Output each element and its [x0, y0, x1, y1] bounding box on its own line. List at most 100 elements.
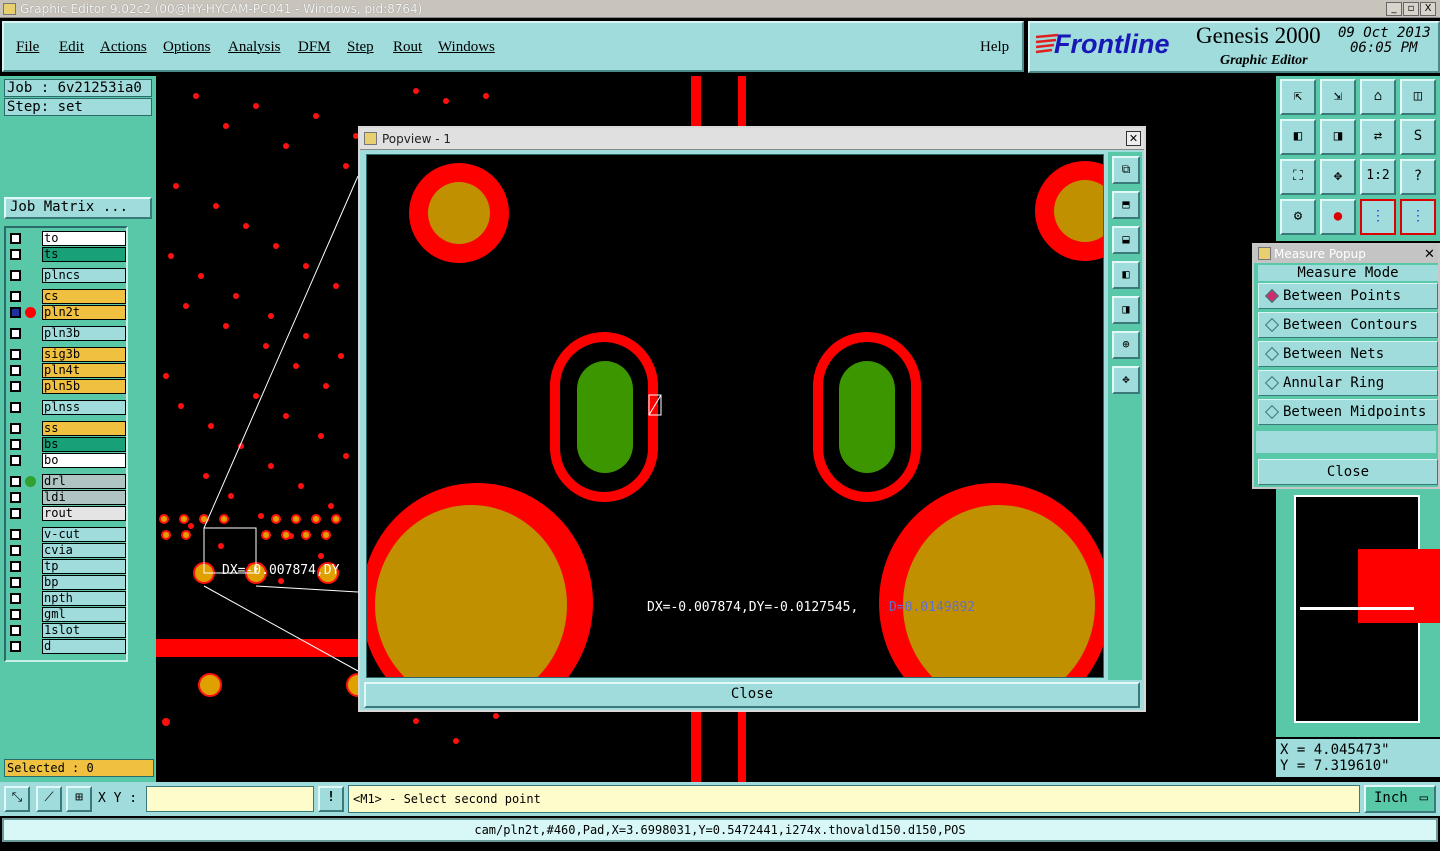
- net-b-icon[interactable]: ⋮: [1400, 199, 1436, 235]
- popview-fit-icon[interactable]: ✥: [1112, 366, 1140, 394]
- layer-checkbox[interactable]: [10, 476, 21, 487]
- pan-right-icon[interactable]: ◨: [1320, 119, 1356, 155]
- net-a-icon[interactable]: ⋮: [1360, 199, 1396, 235]
- popview-close-x-icon[interactable]: ✕: [1126, 131, 1141, 146]
- zoom-down-icon[interactable]: ⇲: [1320, 79, 1356, 115]
- layer-name[interactable]: rout: [42, 506, 126, 521]
- layer-checkbox[interactable]: [10, 529, 21, 540]
- popview-up-icon[interactable]: ⬒: [1112, 191, 1140, 219]
- layer-name[interactable]: to: [42, 231, 126, 246]
- layer-checkbox[interactable]: [10, 349, 21, 360]
- layer-checkbox[interactable]: [10, 381, 21, 392]
- help-icon[interactable]: ?: [1400, 159, 1436, 195]
- pan-left-icon[interactable]: ◧: [1280, 119, 1316, 155]
- layer-checkbox[interactable]: [10, 609, 21, 620]
- layer-row[interactable]: bs: [8, 437, 126, 452]
- layer-row[interactable]: plncs: [8, 268, 126, 283]
- option-between-points[interactable]: Between Points: [1258, 283, 1438, 309]
- option-annular-ring[interactable]: Annular Ring: [1258, 370, 1438, 396]
- layer-name[interactable]: 1slot: [42, 623, 126, 638]
- popview-down-icon[interactable]: ⬓: [1112, 226, 1140, 254]
- layer-name[interactable]: pln2t: [42, 305, 126, 320]
- layer-name[interactable]: npth: [42, 591, 126, 606]
- layer-name[interactable]: drl: [42, 474, 126, 489]
- minimize-button[interactable]: _: [1386, 2, 1402, 16]
- measure-close-x-icon[interactable]: ✕: [1424, 247, 1435, 262]
- layer-checkbox[interactable]: [10, 593, 21, 604]
- layer-checkbox[interactable]: [10, 455, 21, 466]
- popview-copy-icon[interactable]: ⧉: [1112, 156, 1140, 184]
- popview-zoom-in-icon[interactable]: ⊕: [1112, 331, 1140, 359]
- layer-row[interactable]: tp: [8, 559, 126, 574]
- layer-row[interactable]: rout: [8, 506, 126, 521]
- layer-name[interactable]: cs: [42, 289, 126, 304]
- scale-1-2-icon[interactable]: 1:2: [1360, 159, 1396, 195]
- measure-tool-icon[interactable]: ⟋: [36, 786, 62, 812]
- layer-row[interactable]: pln2t: [8, 305, 126, 320]
- layer-row[interactable]: npth: [8, 591, 126, 606]
- overview-map[interactable]: [1276, 489, 1440, 737]
- menu-windows[interactable]: Windows: [438, 39, 495, 56]
- layer-checkbox[interactable]: [10, 561, 21, 572]
- layer-name[interactable]: ldi: [42, 490, 126, 505]
- popview-right-icon[interactable]: ◨: [1112, 296, 1140, 324]
- layer-checkbox[interactable]: [10, 423, 21, 434]
- popview-left-icon[interactable]: ◧: [1112, 261, 1140, 289]
- layer-checkbox[interactable]: [10, 307, 21, 318]
- layer-row[interactable]: gml: [8, 607, 126, 622]
- layer-row[interactable]: sig3b: [8, 347, 126, 362]
- layer-row[interactable]: pln3b: [8, 326, 126, 341]
- layer-name[interactable]: v-cut: [42, 527, 126, 542]
- layer-name[interactable]: sig3b: [42, 347, 126, 362]
- layer-row[interactable]: cvia: [8, 543, 126, 558]
- layer-name[interactable]: gml: [42, 607, 126, 622]
- layer-checkbox[interactable]: [10, 233, 21, 244]
- layer-checkbox[interactable]: [10, 249, 21, 260]
- config-icon[interactable]: ⚙: [1280, 199, 1316, 235]
- layer-row[interactable]: ts: [8, 247, 126, 262]
- layer-row[interactable]: cs: [8, 289, 126, 304]
- home-icon[interactable]: ⌂: [1360, 79, 1396, 115]
- layer-row[interactable]: v-cut: [8, 527, 126, 542]
- menu-analysis[interactable]: Analysis: [228, 39, 281, 56]
- layer-checkbox[interactable]: [10, 508, 21, 519]
- layer-row[interactable]: pln4t: [8, 363, 126, 378]
- layer-row[interactable]: plnss: [8, 400, 126, 415]
- layer-row[interactable]: drl: [8, 474, 126, 489]
- menu-file[interactable]: File: [16, 39, 39, 56]
- layer-checkbox[interactable]: [10, 545, 21, 556]
- pin-icon[interactable]: ●: [1320, 199, 1356, 235]
- layer-row[interactable]: ldi: [8, 490, 126, 505]
- layer-checkbox[interactable]: [10, 365, 21, 376]
- snake-icon[interactable]: S: [1400, 119, 1436, 155]
- menu-edit[interactable]: Edit: [59, 39, 84, 56]
- menu-options[interactable]: Options: [163, 39, 211, 56]
- layer-name[interactable]: d: [42, 639, 126, 654]
- measure-close-button[interactable]: Close: [1258, 459, 1438, 485]
- layer-row[interactable]: bo: [8, 453, 126, 468]
- zoom-area-icon[interactable]: ⤡: [4, 786, 30, 812]
- option-between-contours[interactable]: Between Contours: [1258, 312, 1438, 338]
- layer-name[interactable]: ts: [42, 247, 126, 262]
- warning-icon[interactable]: !: [318, 786, 344, 812]
- popview-close-button[interactable]: Close: [364, 682, 1140, 708]
- layer-name[interactable]: tp: [42, 559, 126, 574]
- fit-icon[interactable]: ⛶: [1280, 159, 1316, 195]
- maximize-button[interactable]: ▫: [1403, 2, 1419, 16]
- layer-checkbox[interactable]: [10, 270, 21, 281]
- popview-canvas[interactable]: DX=-0.007874,DY=-0.0127545, D=0.0149892: [366, 154, 1104, 678]
- layer-checkbox[interactable]: [10, 328, 21, 339]
- grid-icon[interactable]: ⊞: [66, 786, 92, 812]
- layer-name[interactable]: ss: [42, 421, 126, 436]
- layer-row[interactable]: d: [8, 639, 126, 654]
- layer-row[interactable]: pln5b: [8, 379, 126, 394]
- layer-row[interactable]: ss: [8, 421, 126, 436]
- layer-row[interactable]: bp: [8, 575, 126, 590]
- xy-input[interactable]: [146, 786, 314, 812]
- layer-name[interactable]: plncs: [42, 268, 126, 283]
- job-matrix-button[interactable]: Job Matrix ...: [4, 197, 152, 219]
- layer-name[interactable]: pln4t: [42, 363, 126, 378]
- layer-name[interactable]: bs: [42, 437, 126, 452]
- layer-checkbox[interactable]: [10, 291, 21, 302]
- layer-checkbox[interactable]: [10, 577, 21, 588]
